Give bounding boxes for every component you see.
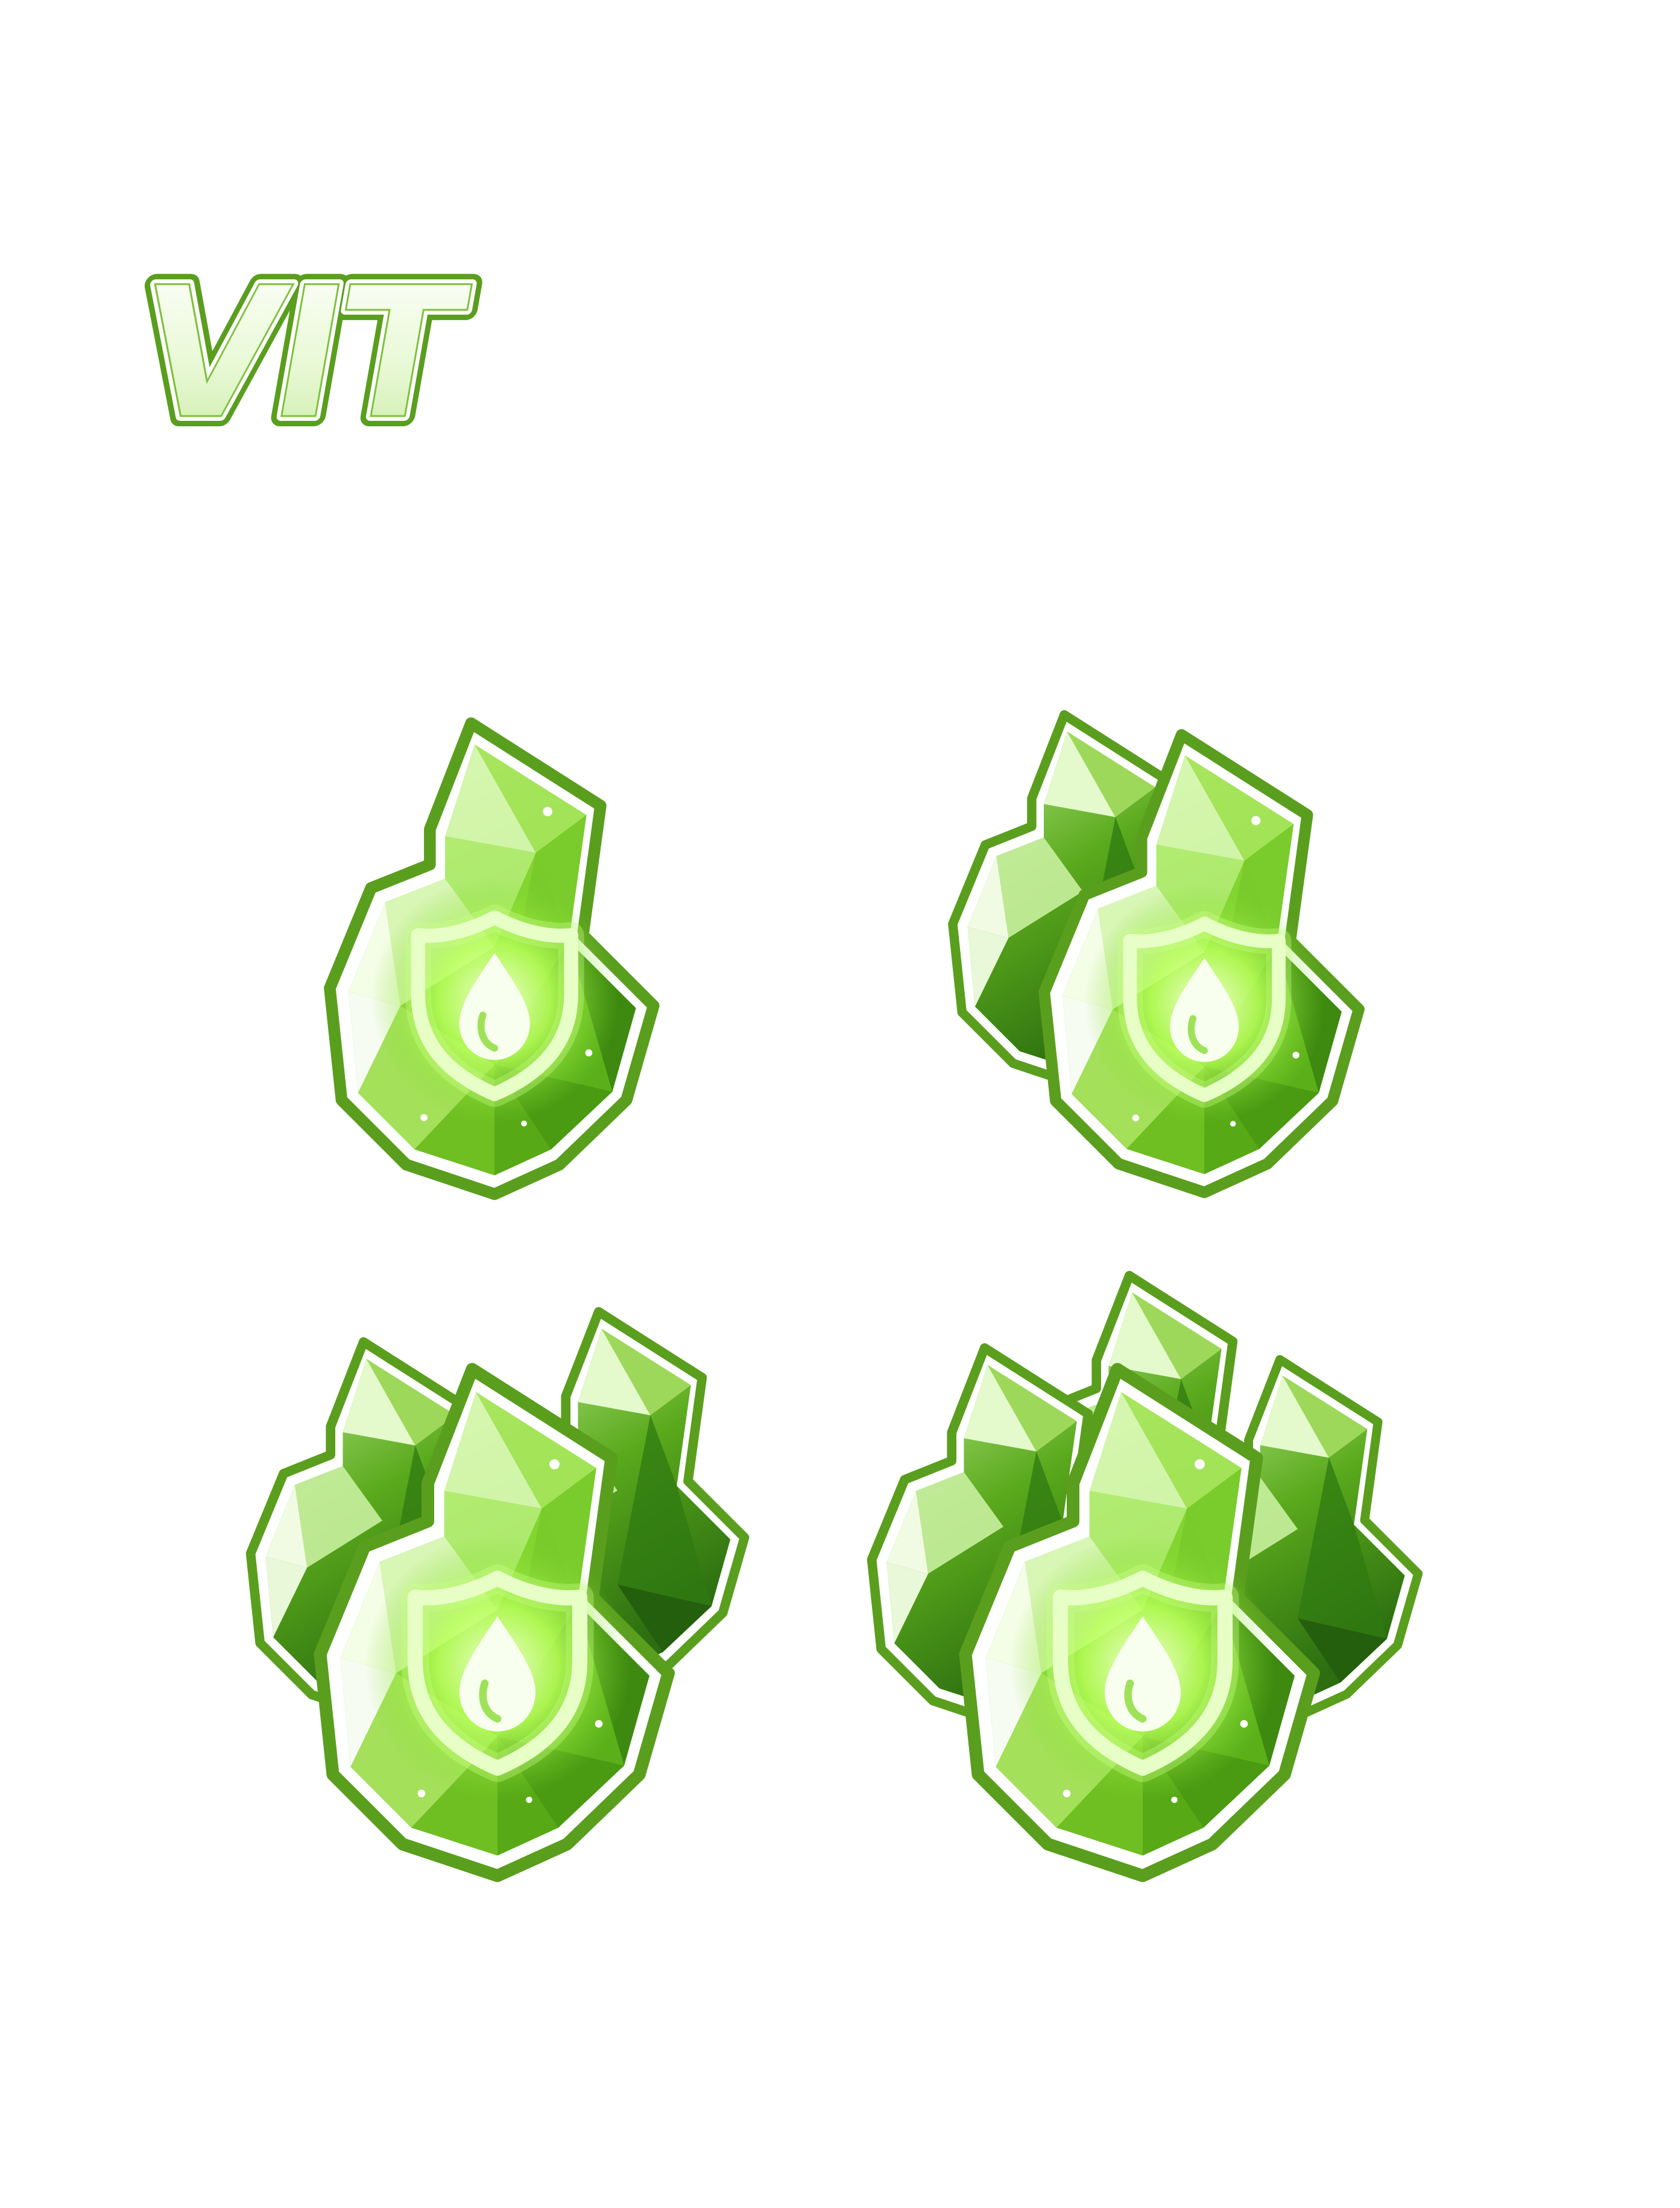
stat-title: VIT VIT VIT xyxy=(113,235,537,469)
crystal-cluster-icon xyxy=(241,1326,760,1905)
stat-title-text: VIT xyxy=(124,248,481,459)
crystal-cluster-icon xyxy=(941,711,1399,1212)
crystal-icon xyxy=(314,711,687,1206)
crystal-cluster-icon xyxy=(862,1302,1441,1905)
vit-crystal-tier-4 xyxy=(862,1302,1441,1905)
vit-crystal-tier-1 xyxy=(314,711,687,1206)
vit-crystal-tier-3 xyxy=(241,1326,760,1905)
vit-crystal-tier-2 xyxy=(941,711,1399,1212)
sprite-sheet: VIT VIT VIT xyxy=(0,0,1680,2208)
stat-title-graphic: VIT VIT VIT xyxy=(113,238,491,469)
